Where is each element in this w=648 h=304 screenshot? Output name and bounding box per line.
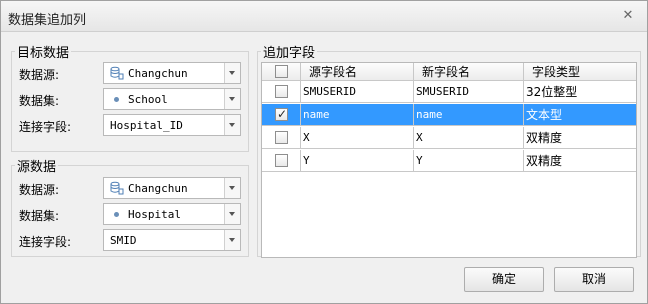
target-dataset-value: School <box>128 93 168 106</box>
row-checkbox-cell: ✓ <box>262 104 301 126</box>
row-checkbox-cell <box>262 150 301 172</box>
row-checkbox[interactable] <box>275 85 288 98</box>
chevron-down-icon <box>229 212 235 216</box>
new-field-cell[interactable]: X <box>414 127 524 149</box>
target-dataset-combo[interactable]: School <box>103 88 241 110</box>
point-dataset-icon <box>114 97 119 102</box>
header-checkbox-cell <box>262 63 301 81</box>
source-group-title: 源数据 <box>15 156 59 175</box>
select-all-checkbox[interactable] <box>275 65 288 78</box>
row-checkbox[interactable]: ✓ <box>275 107 288 121</box>
row-checkbox[interactable] <box>275 154 288 167</box>
ok-button[interactable]: 确定 <box>464 267 544 292</box>
datasource-icon <box>110 66 124 80</box>
target-datasource-label: 数据源: <box>19 68 60 82</box>
source-join-field-combo[interactable]: SMID <box>103 229 241 251</box>
target-join-field-combo[interactable]: Hospital_ID <box>103 114 241 136</box>
dropdown-button[interactable] <box>224 63 240 83</box>
source-field-cell: SMUSERID <box>301 81 414 103</box>
target-dataset-label: 数据集: <box>19 94 60 108</box>
append-fields-title: 追加字段 <box>261 42 318 61</box>
target-join-field-label: 连接字段: <box>19 120 72 134</box>
source-dataset-combo[interactable]: Hospital <box>103 203 241 225</box>
source-field-cell: X <box>301 127 414 149</box>
chevron-down-icon <box>229 71 235 75</box>
target-join-field-value: Hospital_ID <box>110 119 183 132</box>
new-field-cell[interactable]: Y <box>414 150 524 172</box>
chevron-down-icon <box>229 238 235 242</box>
row-checkbox-cell <box>262 81 301 103</box>
new-field-cell[interactable]: name <box>414 104 524 126</box>
dropdown-button[interactable] <box>224 89 240 109</box>
source-dataset-value: Hospital <box>128 208 181 221</box>
target-datasource-value: Changchun <box>128 67 188 80</box>
datasource-icon <box>110 181 124 195</box>
column-header-type[interactable]: 字段类型 <box>524 63 636 81</box>
dropdown-button[interactable] <box>224 204 240 224</box>
chevron-down-icon <box>229 123 235 127</box>
source-dataset-label: 数据集: <box>19 209 60 223</box>
checkmark-icon: ✓ <box>277 107 288 121</box>
new-field-cell[interactable]: SMUSERID <box>414 81 524 103</box>
field-type-cell: 双精度 <box>524 127 636 149</box>
fields-table: 源字段名 新字段名 字段类型 SMUSERID SMUSERID 32位整型 ✓… <box>261 62 637 258</box>
source-datasource-value: Changchun <box>128 182 188 195</box>
column-header-new[interactable]: 新字段名 <box>414 63 524 81</box>
source-datasource-label: 数据源: <box>19 183 60 197</box>
window-title: 数据集追加列 <box>8 13 87 28</box>
chevron-down-icon <box>229 97 235 101</box>
dropdown-button[interactable] <box>224 178 240 198</box>
field-type-cell: 文本型 <box>524 104 636 126</box>
column-header-source[interactable]: 源字段名 <box>301 63 414 81</box>
chevron-down-icon <box>229 186 235 190</box>
dialog-window: 数据集追加列 ✕ 目标数据 数据源: Changchun 数据集: School… <box>0 0 648 304</box>
point-dataset-icon <box>114 212 119 217</box>
row-checkbox-cell <box>262 127 301 149</box>
target-datasource-combo[interactable]: Changchun <box>103 62 241 84</box>
cancel-button[interactable]: 取消 <box>554 267 634 292</box>
field-type-cell: 32位整型 <box>524 81 636 103</box>
title-bar[interactable]: 数据集追加列 ✕ <box>1 1 647 32</box>
dropdown-button[interactable] <box>224 115 240 135</box>
dropdown-button[interactable] <box>224 230 240 250</box>
target-group-title: 目标数据 <box>15 42 72 61</box>
source-field-cell: name <box>301 104 414 126</box>
source-datasource-combo[interactable]: Changchun <box>103 177 241 199</box>
source-join-field-label: 连接字段: <box>19 235 72 249</box>
source-field-cell: Y <box>301 150 414 172</box>
source-join-field-value: SMID <box>110 234 137 247</box>
table-header: 源字段名 新字段名 字段类型 <box>262 63 636 81</box>
close-icon[interactable]: ✕ <box>621 9 635 23</box>
row-checkbox[interactable] <box>275 131 288 144</box>
field-type-cell: 双精度 <box>524 150 636 172</box>
